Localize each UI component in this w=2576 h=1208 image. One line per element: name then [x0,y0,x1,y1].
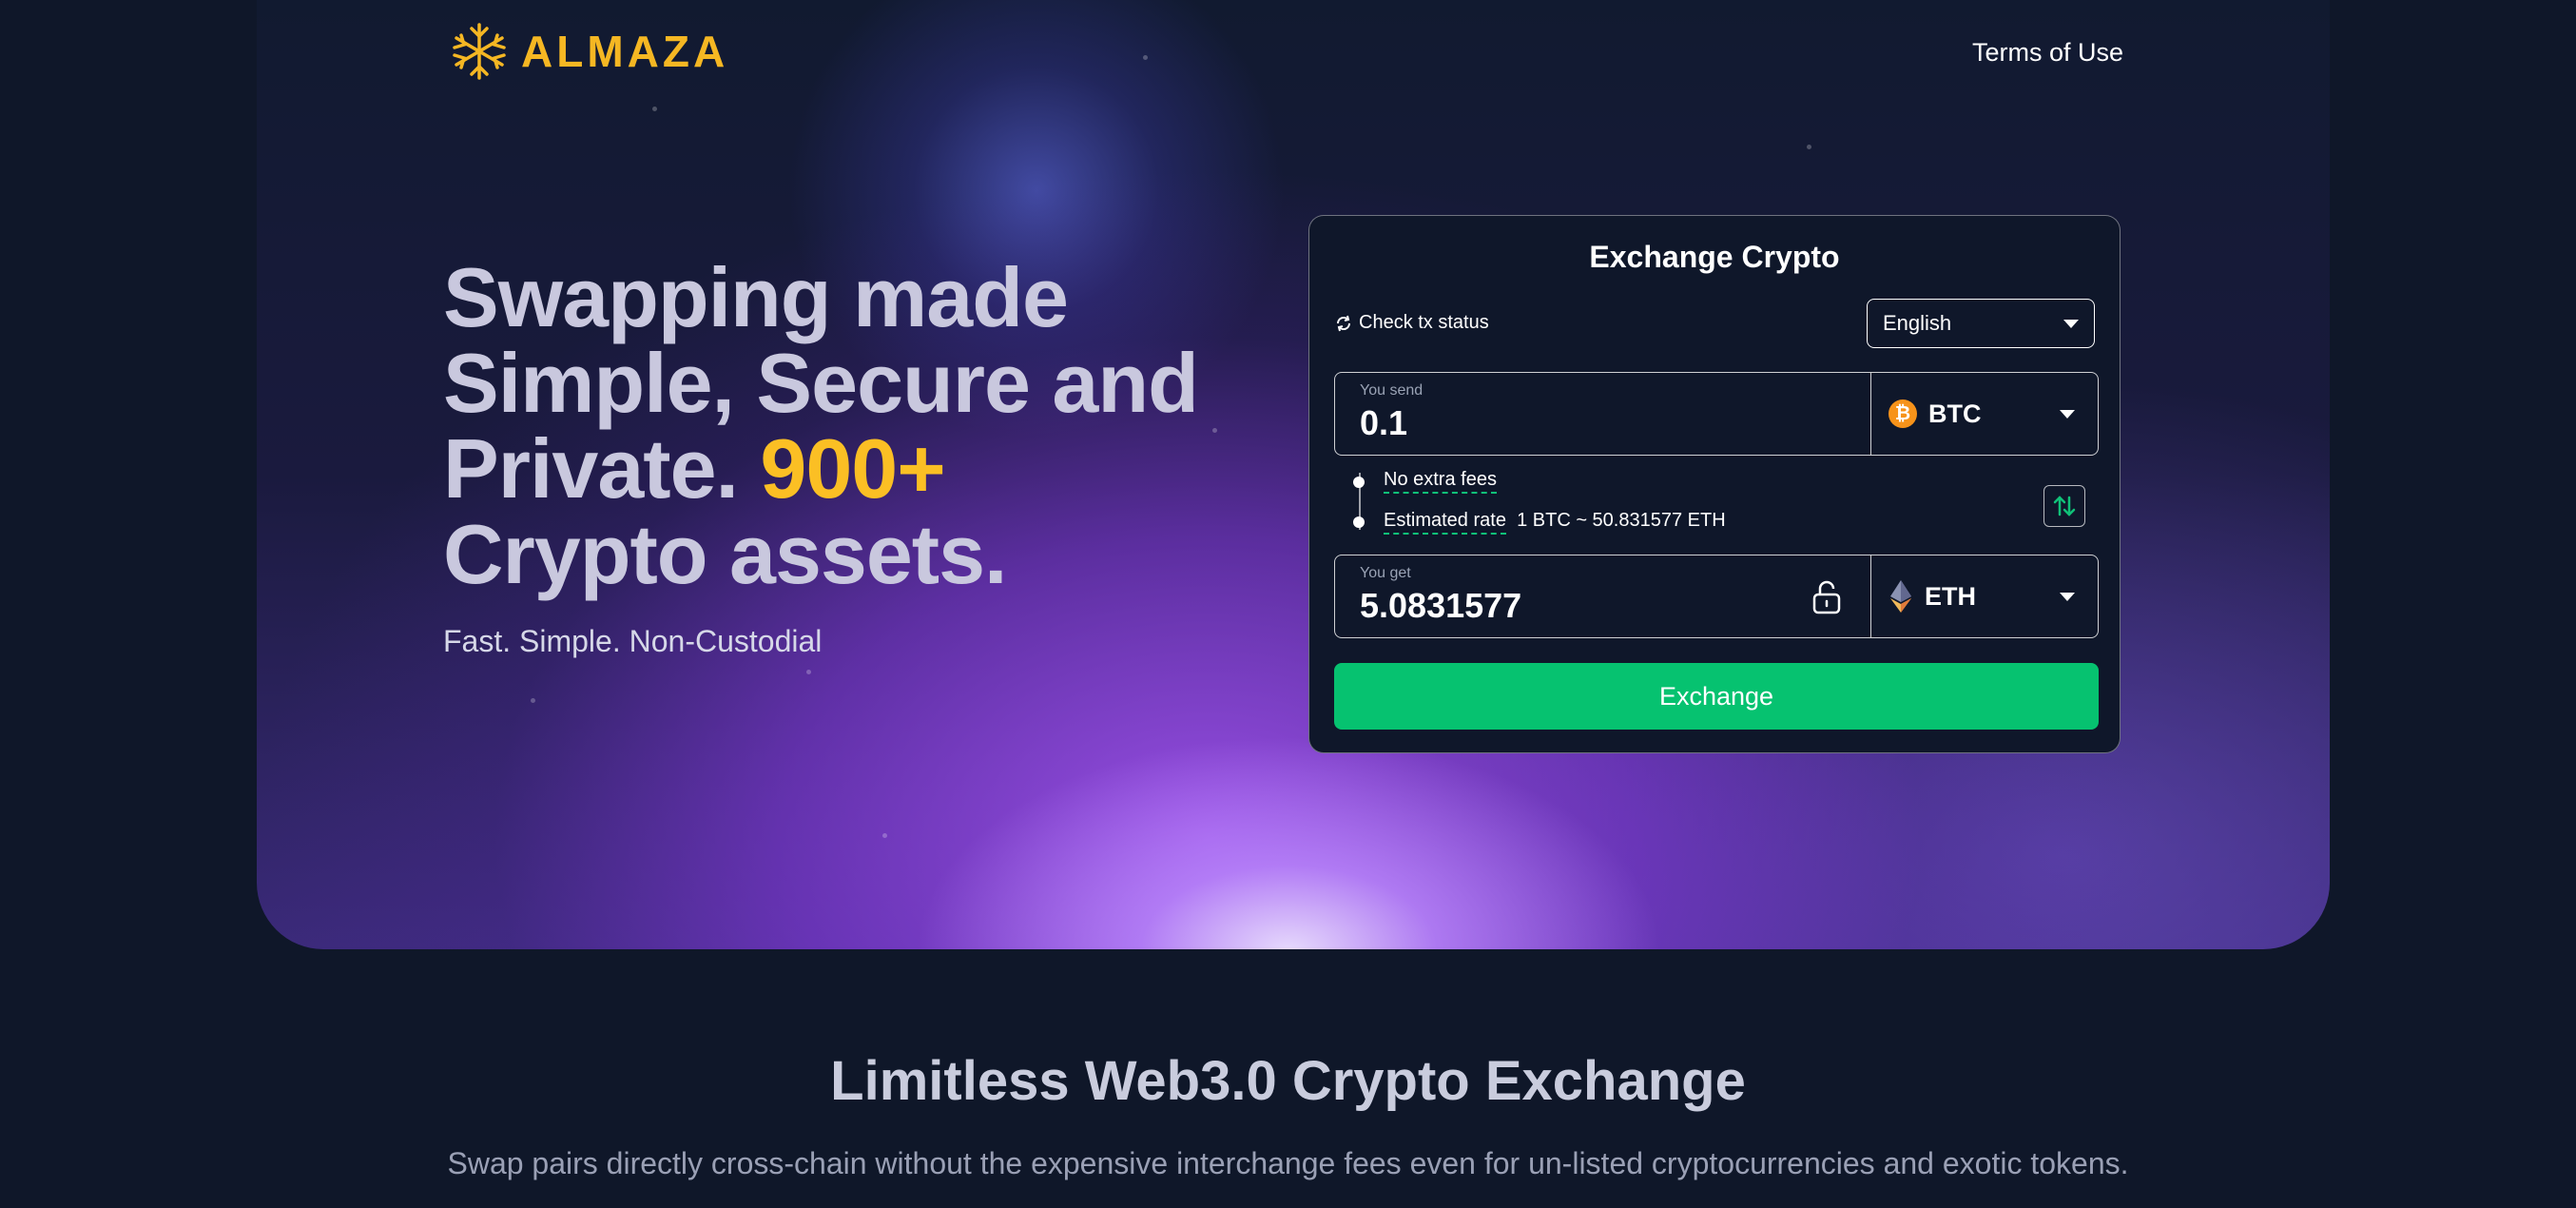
exchange-widget: Exchange Crypto Check tx status English … [1308,215,2121,753]
hero-tagline: Fast. Simple. Non-Custodial [443,624,823,658]
brand-logo[interactable]: ALMAZA [449,21,728,82]
swap-direction-button[interactable] [2043,485,2085,527]
star-decoration [652,107,657,111]
headline-line-2: Simple, Secure and [443,336,1199,430]
estimated-rate-row: Estimated rate 1 BTC ~ 50.831577 ETH [1384,510,1726,535]
language-select[interactable]: English [1867,299,2095,348]
swap-arrows-icon [2053,496,2076,516]
language-value: English [1883,311,1952,335]
check-tx-status-link[interactable]: Check tx status [1334,312,1489,334]
send-amount-value: 0.1 [1360,403,1408,442]
receive-coin-symbol: ETH [1925,581,1976,611]
send-field: You send 0.1 ₿ BTC [1334,372,2099,456]
bitcoin-icon: ₿ [1888,399,1917,428]
exchange-button[interactable]: Exchange [1334,663,2099,730]
refresh-icon [1336,315,1351,331]
hero-headline: Swapping made Simple, Secure and Private… [443,255,1280,597]
check-tx-status-label: Check tx status [1359,312,1489,333]
send-coin-symbol: BTC [1928,399,1982,428]
star-decoration [1143,55,1148,60]
send-label: You send [1360,382,1424,399]
headline-accent: 900+ [760,421,945,516]
receive-label: You get [1360,565,1411,581]
receive-amount-output: You get 5.0831577 [1335,555,1871,637]
ethereum-icon [1890,580,1911,613]
estimated-rate-value: 1 BTC ~ 50.831577 ETH [1517,510,1726,531]
star-decoration [531,698,535,703]
star-decoration [1807,145,1811,149]
headline-line-3: Private. [443,421,739,516]
chevron-down-icon [2060,592,2075,601]
terms-of-use-link[interactable]: Terms of Use [1972,38,2123,68]
section-title: Limitless Web3.0 Crypto Exchange [830,1050,1746,1112]
headline-line-1: Swapping made [443,250,1069,344]
star-decoration [806,670,811,674]
send-amount-input[interactable]: You send 0.1 [1335,373,1871,455]
star-decoration [882,833,887,838]
no-fees-row: No extra fees [1384,469,1497,494]
timeline-dot [1353,477,1365,488]
brand-name: ALMAZA [521,27,729,76]
section-subtitle: Swap pairs directly cross-chain without … [447,1146,2129,1180]
widget-title: Exchange Crypto [1589,240,1840,274]
estimated-rate-label[interactable]: Estimated rate [1384,510,1506,535]
receive-coin-select[interactable]: ETH [1871,555,2098,637]
timeline-dot [1353,516,1365,528]
snowflake-logo-icon [453,23,506,80]
send-coin-select[interactable]: ₿ BTC [1871,373,2098,455]
headline-line-4: Crypto assets. [443,507,1007,601]
no-extra-fees-label[interactable]: No extra fees [1384,469,1497,494]
unlock-icon[interactable] [1811,580,1842,614]
receive-field: You get 5.0831577 ETH [1334,555,2099,638]
chevron-down-icon [2063,319,2079,328]
receive-amount-value: 5.0831577 [1360,586,1522,625]
chevron-down-icon [2060,409,2075,419]
